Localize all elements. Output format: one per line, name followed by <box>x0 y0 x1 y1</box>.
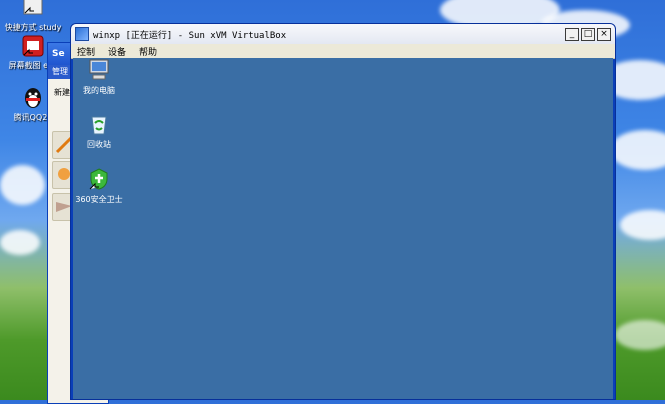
shortcut-icon <box>21 0 45 20</box>
guest-icon-360[interactable]: 360安全卫士 <box>71 167 127 205</box>
guest-icon-recycle-bin[interactable]: 回收站 <box>71 112 127 150</box>
desktop-icon-label: 快捷方式 study <box>4 23 62 32</box>
my-computer-icon <box>87 58 111 82</box>
guest-icon-my-computer[interactable]: 我的电脑 <box>71 58 127 96</box>
title-bar[interactable]: winxp [正在运行] - Sun xVM VirtualBox _ □ × <box>71 24 615 44</box>
menu-bar: 控制 设备 帮助 <box>71 44 615 59</box>
guest-icon-label: 回收站 <box>87 140 111 149</box>
guest-icon-label: 360安全卫士 <box>75 195 123 204</box>
window-title: winxp [正在运行] - Sun xVM VirtualBox <box>93 30 287 41</box>
menu-control[interactable]: 控制 <box>77 45 95 58</box>
desktop-icon-study[interactable]: 快捷方式 study <box>2 0 64 33</box>
virtualbox-window[interactable]: winxp [正在运行] - Sun xVM VirtualBox _ □ × … <box>70 23 616 400</box>
qq-icon <box>21 86 45 110</box>
recycle-bin-icon <box>87 112 111 136</box>
menu-devices[interactable]: 设备 <box>108 45 126 58</box>
screenshot-tool-icon <box>21 34 45 58</box>
minimize-button[interactable]: _ <box>565 27 579 41</box>
360-security-icon <box>87 167 111 191</box>
guest-desktop[interactable]: 我的电脑 回收站 360安全卫士 <box>73 58 613 399</box>
guest-icon-label: 我的电脑 <box>83 86 115 95</box>
background-window-side-label: 新建 <box>54 88 70 97</box>
close-button[interactable]: × <box>597 27 611 41</box>
maximize-button[interactable]: □ <box>581 27 595 41</box>
menu-help[interactable]: 帮助 <box>139 45 157 58</box>
virtualbox-icon <box>75 27 89 41</box>
